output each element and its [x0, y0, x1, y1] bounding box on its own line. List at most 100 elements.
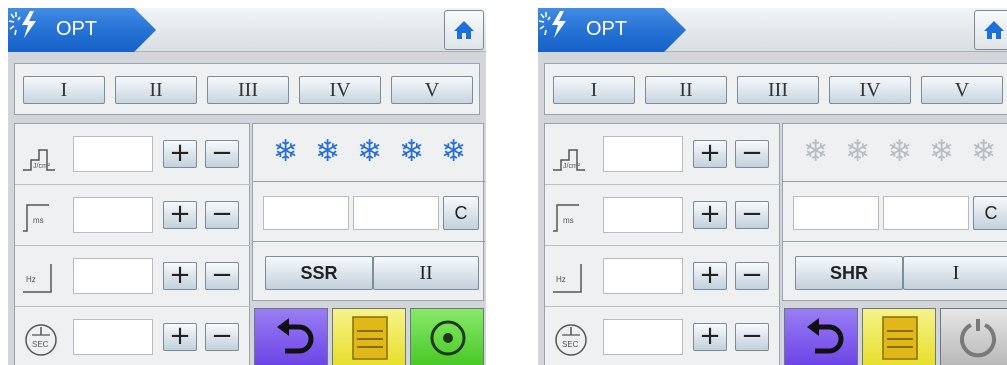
pulse-width-row: ms + −: [545, 185, 781, 245]
frequency-plus-button[interactable]: +: [163, 262, 197, 290]
cooling-level-2-icon[interactable]: ❄: [845, 136, 870, 168]
cooling-level-row: ❄ ❄ ❄ ❄ ❄: [253, 124, 485, 182]
cooling-level-1-icon[interactable]: ❄: [273, 136, 298, 168]
tab-v[interactable]: V: [921, 76, 1003, 104]
timer-minus-button[interactable]: −: [205, 323, 239, 351]
svg-text:SEC: SEC: [32, 340, 49, 349]
program-tabs: I II III IV V: [14, 63, 480, 115]
cooling-level-4-icon[interactable]: ❄: [929, 136, 954, 168]
tab-i[interactable]: I: [553, 76, 635, 104]
tab-ii[interactable]: II: [645, 76, 727, 104]
pulse-width-input[interactable]: [73, 197, 153, 233]
cooling-level-5-icon[interactable]: ❄: [441, 136, 466, 168]
counter-field-b[interactable]: [353, 196, 439, 230]
svg-text:SEC: SEC: [562, 340, 579, 349]
mode-row: SHR I: [783, 242, 1007, 302]
tab-i[interactable]: I: [23, 76, 105, 104]
svg-text:J/cm²: J/cm²: [33, 163, 51, 170]
counter-row: C: [253, 182, 485, 242]
fluence-plus-button[interactable]: +: [163, 140, 197, 168]
counter-field-a[interactable]: [263, 196, 349, 230]
timer-minus-button[interactable]: −: [735, 323, 769, 351]
clear-button[interactable]: C: [443, 196, 479, 230]
tab-iii[interactable]: III: [207, 76, 289, 104]
counter-field-b[interactable]: [883, 196, 969, 230]
fluence-icon: J/cm²: [553, 149, 585, 171]
home-icon: [454, 21, 474, 39]
timer-input[interactable]: [603, 319, 683, 355]
pulse-count-button[interactable]: II: [373, 256, 479, 290]
frequency-input[interactable]: [73, 258, 153, 294]
save-button[interactable]: [332, 308, 406, 365]
mode-button[interactable]: SHR: [795, 256, 903, 290]
cooling-level-3-icon[interactable]: ❄: [357, 136, 382, 168]
pulse-width-icon: ms: [553, 204, 579, 232]
header-bar: OPT: [8, 8, 486, 52]
panel-frame: OPT I II III IV V J/cm² + − ms + − Hz + …: [8, 8, 486, 365]
fluence-minus-button[interactable]: −: [205, 140, 239, 168]
timer-icon: SEC: [25, 324, 57, 356]
cooling-mode-section: ❄ ❄ ❄ ❄ ❄ C SSR II: [252, 123, 485, 301]
lightning-burst-icon: [538, 11, 566, 38]
home-button[interactable]: [444, 10, 484, 50]
tab-iv[interactable]: IV: [299, 76, 381, 104]
parameter-controls: J/cm² + − ms + − Hz + − SEC + −: [544, 123, 781, 365]
pulse-width-minus-button[interactable]: −: [205, 201, 239, 229]
tab-ii[interactable]: II: [115, 76, 197, 104]
undo-arrow-icon: [807, 318, 844, 354]
frequency-minus-button[interactable]: −: [205, 262, 239, 290]
cooling-level-2-icon[interactable]: ❄: [315, 136, 340, 168]
svg-text:ms: ms: [33, 216, 44, 225]
tab-iv[interactable]: IV: [829, 76, 911, 104]
cooling-level-3-icon[interactable]: ❄: [887, 136, 912, 168]
home-button[interactable]: [974, 10, 1007, 50]
timer-input[interactable]: [73, 319, 153, 355]
timer-plus-button[interactable]: +: [163, 323, 197, 351]
cooling-level-row: ❄ ❄ ❄ ❄ ❄: [783, 124, 1007, 182]
pulse-width-minus-button[interactable]: −: [735, 201, 769, 229]
pulse-width-input[interactable]: [603, 197, 683, 233]
pulse-count-button[interactable]: I: [903, 256, 1007, 290]
timer-row: SEC + −: [545, 307, 781, 365]
frequency-plus-button[interactable]: +: [693, 262, 727, 290]
save-button[interactable]: [862, 308, 936, 365]
timer-row: SEC + −: [15, 307, 251, 365]
fluence-plus-button[interactable]: +: [693, 140, 727, 168]
fluence-minus-button[interactable]: −: [735, 140, 769, 168]
start-button[interactable]: [410, 308, 484, 365]
pulse-width-plus-button[interactable]: +: [163, 201, 197, 229]
frequency-row: Hz + −: [545, 246, 781, 306]
cooling-level-1-icon[interactable]: ❄: [803, 136, 828, 168]
frequency-icon: Hz: [23, 264, 52, 293]
fluence-input[interactable]: [603, 136, 683, 172]
back-button[interactable]: [784, 308, 858, 365]
mode-label: OPT: [56, 18, 98, 40]
opt-panel-right: OPT I II III IV V J/cm² + − ms + − Hz + …: [538, 0, 1007, 365]
pulse-width-plus-button[interactable]: +: [693, 201, 727, 229]
svg-text:ms: ms: [563, 216, 574, 225]
floppy-disk-icon: [352, 316, 388, 360]
power-ready-icon: [430, 320, 466, 356]
mode-button[interactable]: SSR: [265, 256, 373, 290]
counter-field-a[interactable]: [793, 196, 879, 230]
back-button[interactable]: [254, 308, 328, 365]
frequency-minus-button[interactable]: −: [735, 262, 769, 290]
frequency-icon: Hz: [553, 264, 582, 293]
timer-plus-button[interactable]: +: [693, 323, 727, 351]
tab-iii[interactable]: III: [737, 76, 819, 104]
pulse-width-row: ms + −: [15, 185, 251, 245]
cooling-level-4-icon[interactable]: ❄: [399, 136, 424, 168]
mode-badge: OPT: [538, 8, 688, 52]
frequency-input[interactable]: [603, 258, 683, 294]
clear-button[interactable]: C: [973, 196, 1007, 230]
lightning-burst-icon: [8, 11, 36, 38]
mode-badge: OPT: [8, 8, 158, 52]
parameter-controls: J/cm² + − ms + − Hz + − SEC + −: [14, 123, 251, 365]
undo-arrow-icon: [277, 318, 314, 354]
tab-v[interactable]: V: [391, 76, 473, 104]
start-button[interactable]: [940, 308, 1007, 365]
timer-icon: SEC: [555, 324, 587, 356]
cooling-level-5-icon[interactable]: ❄: [971, 136, 996, 168]
fluence-icon: J/cm²: [23, 149, 55, 171]
fluence-input[interactable]: [73, 136, 153, 172]
